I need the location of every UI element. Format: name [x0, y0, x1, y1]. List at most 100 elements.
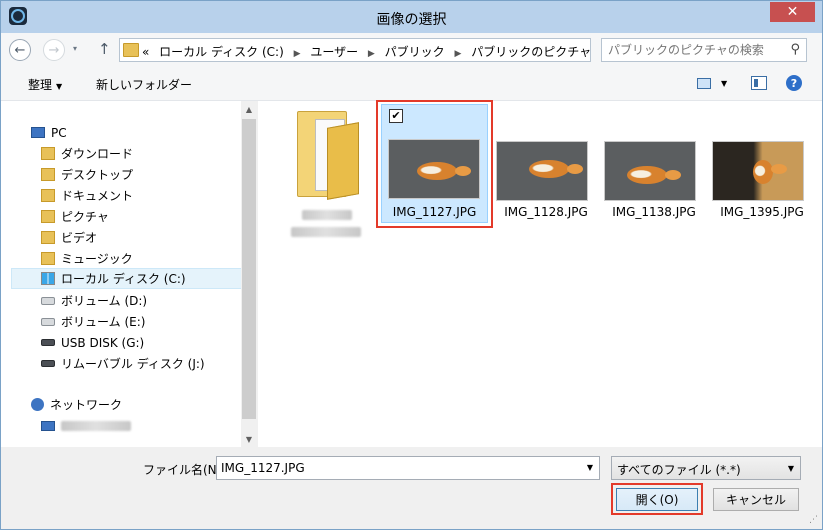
search-icon[interactable]: ⚲: [790, 42, 800, 57]
filename-input[interactable]: [221, 460, 571, 476]
cat-photo: [417, 162, 471, 180]
file-list: ✔ IMG_1127.JPG IMG_1128.JPG IMG_1138.JPG…: [258, 100, 822, 447]
help-icon[interactable]: ?: [786, 75, 802, 91]
file-name: IMG_1138.JPG: [612, 205, 696, 219]
up-button[interactable]: ↑: [98, 40, 111, 58]
new-folder-button[interactable]: 新しいフォルダー: [96, 76, 192, 93]
sidebar-item-label: ピクチャ: [61, 210, 109, 224]
breadcrumb-item[interactable]: ユーザー: [310, 45, 358, 59]
filename-label: ファイル名(N):: [143, 463, 226, 477]
drive-icon: [41, 317, 55, 326]
sidebar-item-label: PC: [51, 125, 67, 140]
title-bar: 画像の選択 ✕: [1, 1, 822, 33]
forward-button[interactable]: →: [43, 39, 65, 61]
open-button[interactable]: 開く(O): [616, 488, 698, 511]
chevron-down-icon: ▼: [787, 464, 794, 473]
file-tile[interactable]: IMG_1395.JPG: [706, 101, 818, 231]
chevron-down-icon: ▼: [56, 82, 63, 91]
organize-label: 整理: [28, 78, 53, 92]
organize-button[interactable]: 整理 ▼: [28, 76, 62, 93]
sidebar-item-pc[interactable]: PC: [31, 122, 269, 143]
desktop-folder-icon: [41, 168, 55, 181]
drive-icon: [41, 296, 55, 305]
close-button[interactable]: ✕: [770, 2, 815, 22]
cancel-button[interactable]: キャンセル: [713, 488, 799, 511]
file-open-dialog: 画像の選択 ✕ ← → ▾ ↑ « ローカル ディスク (C:) ▶ ユーザー …: [0, 0, 823, 530]
recent-locations-button[interactable]: ▾: [73, 44, 77, 53]
folder-front: [327, 122, 359, 200]
cat-photo: [627, 166, 681, 184]
breadcrumb-separator-icon[interactable]: ▶: [294, 49, 301, 59]
view-options-chevron-icon[interactable]: ▼: [721, 79, 727, 88]
file-type-select[interactable]: すべてのファイル (*.*) ▼: [611, 456, 801, 480]
windows-drive-icon: [41, 272, 55, 285]
cat-photo: [529, 160, 583, 178]
sidebar-item-label: ドキュメント: [61, 189, 134, 203]
breadcrumb-overflow[interactable]: «: [142, 45, 149, 59]
breadcrumb-separator-icon[interactable]: ▶: [368, 49, 375, 59]
image-thumbnail: [604, 141, 696, 201]
navigation-pane: PC ダウンロード デスクトップ ドキュメント ピクチャ ビデオ ミュージック: [1, 101, 257, 447]
removable-drive-icon: [41, 360, 55, 367]
downloads-folder-icon: [41, 147, 55, 160]
file-checkbox[interactable]: ✔: [389, 109, 403, 123]
cat-photo: [753, 160, 787, 184]
file-name: IMG_1128.JPG: [504, 205, 588, 219]
filename-combobox[interactable]: ▼: [216, 456, 600, 480]
toolbar: 整理 ▼ 新しいフォルダー ▼ ?: [1, 67, 822, 101]
sidebar-item-label: ネットワーク: [50, 398, 123, 412]
scroll-down-icon[interactable]: ▼: [241, 431, 257, 447]
sidebar-item-label: ビデオ: [61, 231, 98, 245]
scroll-thumb[interactable]: [242, 119, 256, 419]
image-thumbnail: [496, 141, 588, 201]
file-tile[interactable]: IMG_1128.JPG: [490, 101, 602, 231]
computer-icon: [31, 127, 45, 138]
image-thumbnail: [388, 139, 480, 199]
videos-folder-icon: [41, 231, 55, 244]
change-view-icon[interactable]: [697, 78, 711, 89]
address-row: ← → ▾ ↑ « ローカル ディスク (C:) ▶ ユーザー ▶ パブリック …: [1, 33, 822, 67]
sidebar-item-label: デスクトップ: [61, 168, 134, 182]
sidebar-item-label: リムーバブル ディスク (J:): [61, 357, 205, 371]
usb-drive-icon: [41, 339, 55, 346]
navigation-scrollbar[interactable]: ▲ ▼: [241, 101, 257, 447]
file-name: IMG_1395.JPG: [720, 205, 804, 219]
dialog-footer: ファイル名(N): ▼ すべてのファイル (*.*) ▼ 開く(O) キャンセル…: [1, 447, 822, 529]
network-computer-icon: [41, 420, 55, 431]
search-box[interactable]: ⚲: [601, 38, 807, 62]
blurred-text: [302, 210, 352, 220]
resize-grip-icon[interactable]: ⋰: [809, 515, 818, 525]
sidebar-item-label: ミュージック: [61, 252, 133, 266]
preview-pane-icon[interactable]: [751, 76, 767, 90]
sidebar-item-label: ダウンロード: [61, 147, 134, 161]
file-name: IMG_1127.JPG: [392, 205, 477, 219]
redacted-computer-name: [61, 420, 131, 431]
breadcrumb-separator-icon[interactable]: ▶: [455, 49, 462, 59]
breadcrumb: « ローカル ディスク (C:) ▶ ユーザー ▶ パブリック ▶ パブリックの…: [142, 43, 591, 60]
search-input[interactable]: [608, 42, 778, 58]
breadcrumb-item[interactable]: パブリックのピクチャ: [471, 45, 591, 59]
breadcrumb-item[interactable]: パブリック: [385, 45, 445, 59]
address-bar[interactable]: « ローカル ディスク (C:) ▶ ユーザー ▶ パブリック ▶ パブリックの…: [119, 38, 700, 62]
network-icon: [31, 398, 44, 411]
sidebar-item-label: ボリューム (E:): [61, 315, 146, 329]
sidebar-item-label: USB DISK (G:): [61, 335, 145, 350]
sidebar-item-label: ボリューム (D:): [61, 294, 148, 308]
folder-tile[interactable]: [271, 101, 383, 237]
chevron-down-icon[interactable]: ▼: [587, 463, 593, 472]
folder-icon: [297, 111, 359, 200]
blurred-text: [291, 227, 361, 237]
sidebar-item-label: ローカル ディスク (C:): [61, 272, 186, 286]
sidebar-item-network[interactable]: ネットワーク: [31, 394, 269, 415]
file-tile[interactable]: ✔ IMG_1127.JPG: [381, 104, 488, 223]
image-thumbnail: [712, 141, 804, 201]
dialog-title: 画像の選択: [376, 12, 447, 28]
pictures-folder-icon: [41, 210, 55, 223]
file-tile[interactable]: IMG_1138.JPG: [598, 101, 710, 231]
music-folder-icon: [41, 252, 55, 265]
sidebar-item-local-disk-c[interactable]: ローカル ディスク (C:): [11, 268, 249, 289]
breadcrumb-item[interactable]: ローカル ディスク (C:): [159, 45, 284, 59]
back-button[interactable]: ←: [9, 39, 31, 61]
documents-folder-icon: [41, 189, 55, 202]
scroll-up-icon[interactable]: ▲: [241, 101, 257, 117]
